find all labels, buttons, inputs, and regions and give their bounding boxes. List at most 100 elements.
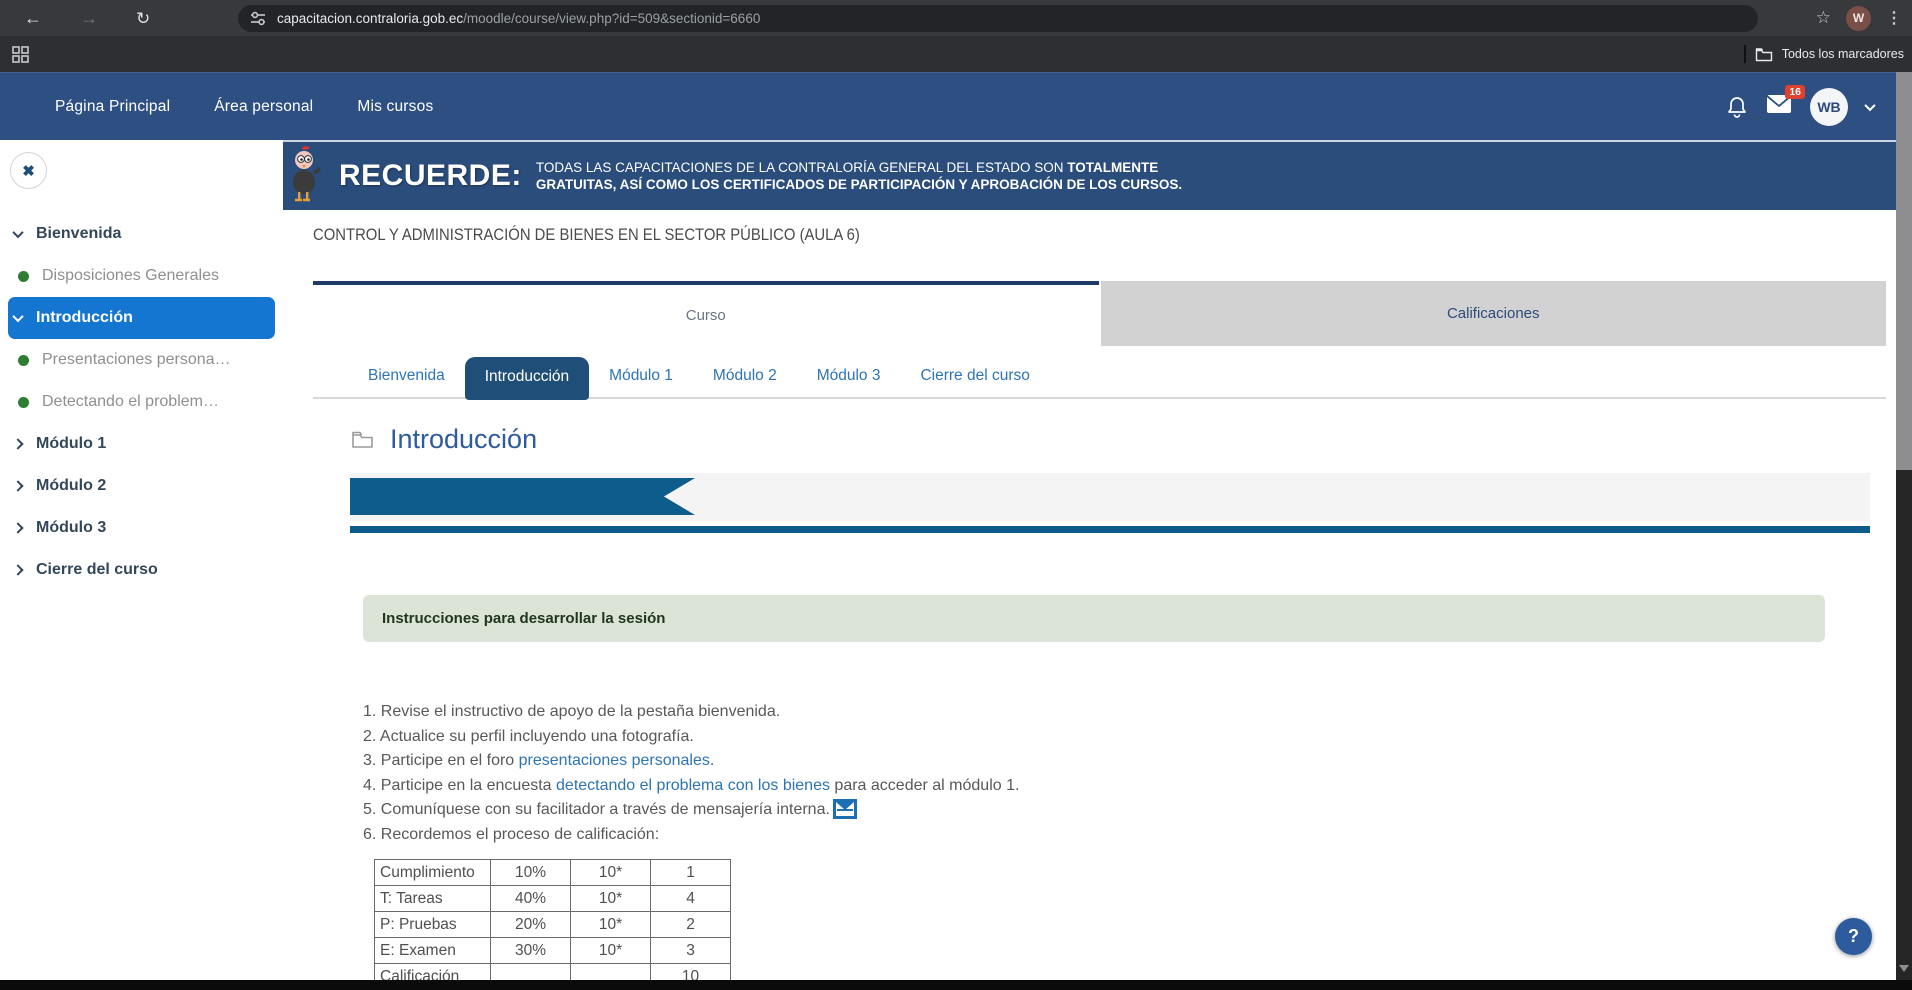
navbar-link-area-personal[interactable]: Área personal <box>214 98 313 116</box>
sidebar-item-cierre-del-curso[interactable]: Cierre del curso <box>8 549 283 591</box>
sidebar-item-label: Introducción <box>36 309 133 327</box>
bookmark-star-icon[interactable]: ☆ <box>1816 8 1831 28</box>
recuerde-banner: RECUERDE: TODAS LAS CAPACITACIONES DE LA… <box>283 140 1896 210</box>
step-item: 2. Actualice su perfil incluyendo una fo… <box>363 725 1896 750</box>
navbar-links: Página Principal Área personal Mis cursos <box>55 73 433 140</box>
tab-calificaciones[interactable]: Calificaciones <box>1101 281 1887 346</box>
completion-dot-icon <box>18 397 29 408</box>
step-text: . <box>710 752 714 769</box>
section-subtabs: BienvenidaIntroducciónMódulo 1Módulo 2Mó… <box>313 356 1886 399</box>
table-cell: 10* <box>571 886 651 912</box>
chevron-down-icon <box>12 227 23 238</box>
sidebar-item-detectando-el-problem[interactable]: Detectando el problem… <box>8 381 283 423</box>
subtab-cierre-del-curso[interactable]: Cierre del curso <box>900 356 1049 397</box>
sidebar-item-modulo-3[interactable]: Módulo 3 <box>8 507 283 549</box>
browser-forward-button[interactable]: → <box>80 9 98 27</box>
chevron-right-icon <box>12 480 23 491</box>
sidebar-item-label: Cierre del curso <box>36 561 158 579</box>
help-button[interactable]: ? <box>1835 918 1872 955</box>
chevron-right-icon <box>12 522 23 533</box>
chevron-down-icon <box>12 311 23 322</box>
section-header: Introducción <box>351 419 1896 459</box>
table-cell: 2 <box>651 912 731 938</box>
subtab-introduccion[interactable]: Introducción <box>465 357 589 400</box>
subtab-modulo-3[interactable]: Módulo 3 <box>797 356 901 397</box>
sidebar-item-modulo-2[interactable]: Módulo 2 <box>8 465 283 507</box>
subtab-modulo-2[interactable]: Módulo 2 <box>693 356 797 397</box>
course-index-list: BienvenidaDisposiciones Generales Introdu… <box>0 213 283 591</box>
table-cell: 10* <box>571 912 651 938</box>
chevron-right-icon <box>12 438 23 449</box>
sidebar-item-presentaciones-persona[interactable]: Presentaciones persona… <box>8 339 283 381</box>
sidebar-item-bienvenida[interactable]: Bienvenida <box>8 213 283 255</box>
bookmarks-bar: Todos los marcadores <box>0 36 1912 72</box>
sidebar-item-introduccion[interactable]: Introducción <box>8 297 275 339</box>
navbar-link-pagina-principal[interactable]: Página Principal <box>55 98 170 116</box>
table-row: E: Examen30%10*3 <box>375 938 731 964</box>
sidebar-item-modulo-1[interactable]: Módulo 1 <box>8 423 283 465</box>
scrollbar-thumb[interactable] <box>1896 72 1912 470</box>
table-cell: 40% <box>491 886 571 912</box>
section-title: Introducción <box>390 424 537 455</box>
sidebar-item-label: Presentaciones persona… <box>42 351 231 369</box>
navbar-link-mis-cursos[interactable]: Mis cursos <box>357 98 433 116</box>
table-row: T: Tareas40%10*4 <box>375 886 731 912</box>
browser-menu-icon[interactable]: ⋮ <box>1886 8 1902 28</box>
course-index-sidebar: ✖ BienvenidaDisposiciones Generales Intro… <box>0 140 283 591</box>
step-text: para acceder al módulo 1. <box>830 777 1019 794</box>
divider <box>1744 45 1746 63</box>
user-menu-chevron-down-icon[interactable] <box>1864 99 1875 110</box>
section-banner-strip <box>350 473 1870 521</box>
step-item: 3. Participe en el foro presentaciones p… <box>363 749 1896 774</box>
taskbar-edge <box>0 980 1912 990</box>
table-cell: 10* <box>571 860 651 886</box>
address-bar[interactable]: capacitacion.contraloria.gob.ec/moodle/c… <box>238 5 1758 32</box>
sidebar-item-label: Módulo 1 <box>36 435 106 453</box>
grading-table: Cumplimiento10%10*1T: Tareas40%10*4P: Pr… <box>374 859 731 990</box>
site-navbar: Página PrincipalÁrea personalMis cursos … <box>0 72 1896 140</box>
step-link-presentaciones-personales[interactable]: presentaciones personales <box>519 752 710 769</box>
banner-text-regular: TODAS LAS CAPACITACIONES DE LA CONTRALOR… <box>536 160 1067 175</box>
table-cell: 3 <box>651 938 731 964</box>
site-info-icon[interactable] <box>250 11 267 26</box>
chevron-right-icon <box>12 564 23 575</box>
sidebar-item-label: Módulo 3 <box>36 519 106 537</box>
sidebar-item-label: Detectando el problem… <box>42 393 219 411</box>
mascot-bird-icon <box>289 146 327 206</box>
step-link-detectando-el-problema-con-los-bienes[interactable]: detectando el problema con los bienes <box>556 777 830 794</box>
instructions-title: Instrucciones para desarrollar la sesión <box>382 610 665 627</box>
step-text: 6. Recordemos el proceso de calificación… <box>363 826 659 843</box>
browser-toolbar: ← → ↻ capacitacion.contraloria.gob.ec/mo… <box>0 0 1912 36</box>
folder-icon <box>1755 47 1773 62</box>
envelope-icon[interactable] <box>833 799 857 819</box>
url-text: capacitacion.contraloria.gob.ec/moodle/c… <box>277 11 760 26</box>
user-avatar[interactable]: WB <box>1810 88 1848 126</box>
apps-grid-icon[interactable] <box>12 46 29 63</box>
step-text: 3. Participe en el foro <box>363 752 519 769</box>
table-cell: 10* <box>571 938 651 964</box>
url-path: /moodle/course/view.php?id=509&sectionid… <box>463 11 760 26</box>
step-text: 4. Participe en la encuesta <box>363 777 556 794</box>
browser-profile-avatar[interactable]: W <box>1846 6 1871 31</box>
subtab-modulo-1[interactable]: Módulo 1 <box>589 356 693 397</box>
course-tabs: CursoCalificaciones <box>313 281 1886 346</box>
table-cell: T: Tareas <box>375 886 491 912</box>
completion-dot-icon <box>18 355 29 366</box>
step-item: 4. Participe en la encuesta detectando e… <box>363 774 1896 799</box>
table-cell: P: Pruebas <box>375 912 491 938</box>
page-scrollbar[interactable] <box>1896 72 1912 980</box>
close-drawer-button[interactable]: ✖ <box>10 152 47 189</box>
sidebar-item-disposiciones-generales[interactable]: Disposiciones Generales <box>8 255 283 297</box>
step-text: 5. Comuníquese con su facilitador a trav… <box>363 801 830 818</box>
banner-title: RECUERDE: <box>339 159 522 193</box>
url-domain: capacitacion.contraloria.gob.ec <box>277 11 463 26</box>
scrollbar-down-arrow-icon[interactable] <box>1899 965 1909 972</box>
step-item: 6. Recordemos el proceso de calificación… <box>363 823 1896 848</box>
browser-reload-button[interactable]: ↻ <box>136 10 150 27</box>
browser-back-button[interactable]: ← <box>24 9 42 27</box>
subtab-bienvenida[interactable]: Bienvenida <box>348 356 465 397</box>
notifications-bell-icon[interactable] <box>1726 95 1748 119</box>
all-bookmarks-label[interactable]: Todos los marcadores <box>1782 47 1904 61</box>
tab-curso[interactable]: Curso <box>313 281 1099 346</box>
main-content: CONTROL Y ADMINISTRACIÓN DE BIENES EN EL… <box>283 210 1896 990</box>
